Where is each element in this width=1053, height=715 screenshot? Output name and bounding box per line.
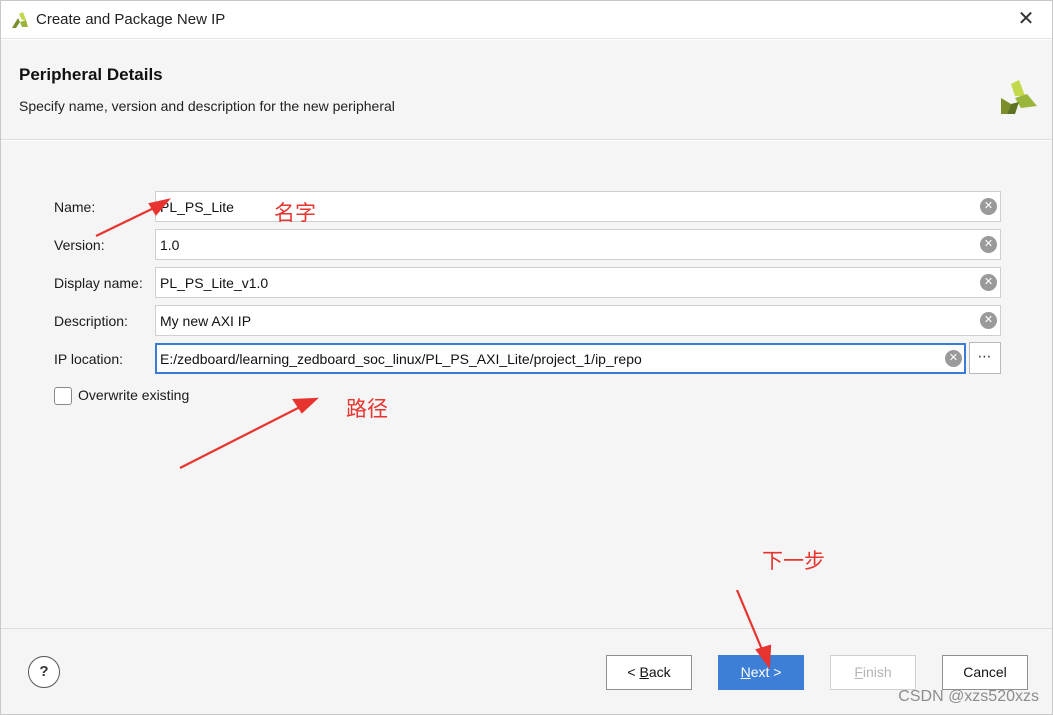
annotation-next: 下一步 [762,549,825,573]
help-button[interactable]: ? [28,656,60,688]
display-name-value: PL_PS_Lite_v1.0 [160,275,269,291]
back-rest: ack [648,664,671,680]
version-value: 1.0 [160,237,180,253]
ip-location-label: IP location: [54,351,124,367]
clear-icon[interactable]: ✕ [980,236,997,253]
overwrite-checkbox[interactable] [54,387,72,405]
watermark: CSDN @xzs520xzs [898,688,1039,705]
next-mnemonic: N [740,664,751,680]
clear-icon[interactable]: ✕ [980,274,997,291]
display-name-field[interactable]: PL_PS_Lite_v1.0 ✕ [155,267,1001,298]
dialog-window: Create and Package New IP ✕ Peripheral D… [0,0,1053,715]
title-bar: Create and Package New IP ✕ [1,1,1052,39]
version-label: Version: [54,237,105,253]
wizard-footer: ? < Back Next > Finish Cancel [1,628,1052,714]
ip-location-value: E:/zedboard/learning_zedboard_soc_linux/… [160,351,642,367]
finish-rest: inish [862,664,892,680]
wizard-header: Peripheral Details Specify name, version… [1,40,1052,140]
name-label: Name: [54,199,96,215]
annotation-name: 名字 [274,201,316,225]
back-prefix: < [627,664,640,680]
browse-button[interactable]: ⋯ [969,342,1001,374]
window-title: Create and Package New IP [36,11,226,28]
page-subtitle: Specify name, version and description fo… [19,98,395,114]
ip-location-field[interactable]: E:/zedboard/learning_zedboard_soc_linux/… [155,343,966,374]
vivado-icon [12,12,28,28]
vivado-logo-icon [1001,80,1037,114]
overwrite-label: Overwrite existing [78,387,190,403]
finish-mnemonic: F [854,664,863,680]
annotation-path: 路径 [346,397,388,421]
form-area: Name: PL_PS_Lite ✕ Version: 1.0 ✕ Displa… [1,141,1052,628]
page-title: Peripheral Details [19,65,163,84]
description-value: My new AXI IP [160,313,252,329]
cancel-button[interactable]: Cancel [942,655,1028,690]
back-button[interactable]: < Back [606,655,692,690]
description-field[interactable]: My new AXI IP ✕ [155,305,1001,336]
version-field[interactable]: 1.0 ✕ [155,229,1001,260]
display-name-label: Display name: [54,275,143,291]
clear-icon[interactable]: ✕ [980,312,997,329]
next-button[interactable]: Next > [718,655,804,690]
name-value: PL_PS_Lite [160,199,234,215]
clear-icon[interactable]: ✕ [980,198,997,215]
finish-button[interactable]: Finish [830,655,916,690]
close-icon[interactable]: ✕ [1014,7,1038,31]
clear-icon[interactable]: ✕ [945,350,962,367]
back-mnemonic: B [639,664,649,680]
next-rest: ext > [750,664,782,680]
description-label: Description: [54,313,128,329]
